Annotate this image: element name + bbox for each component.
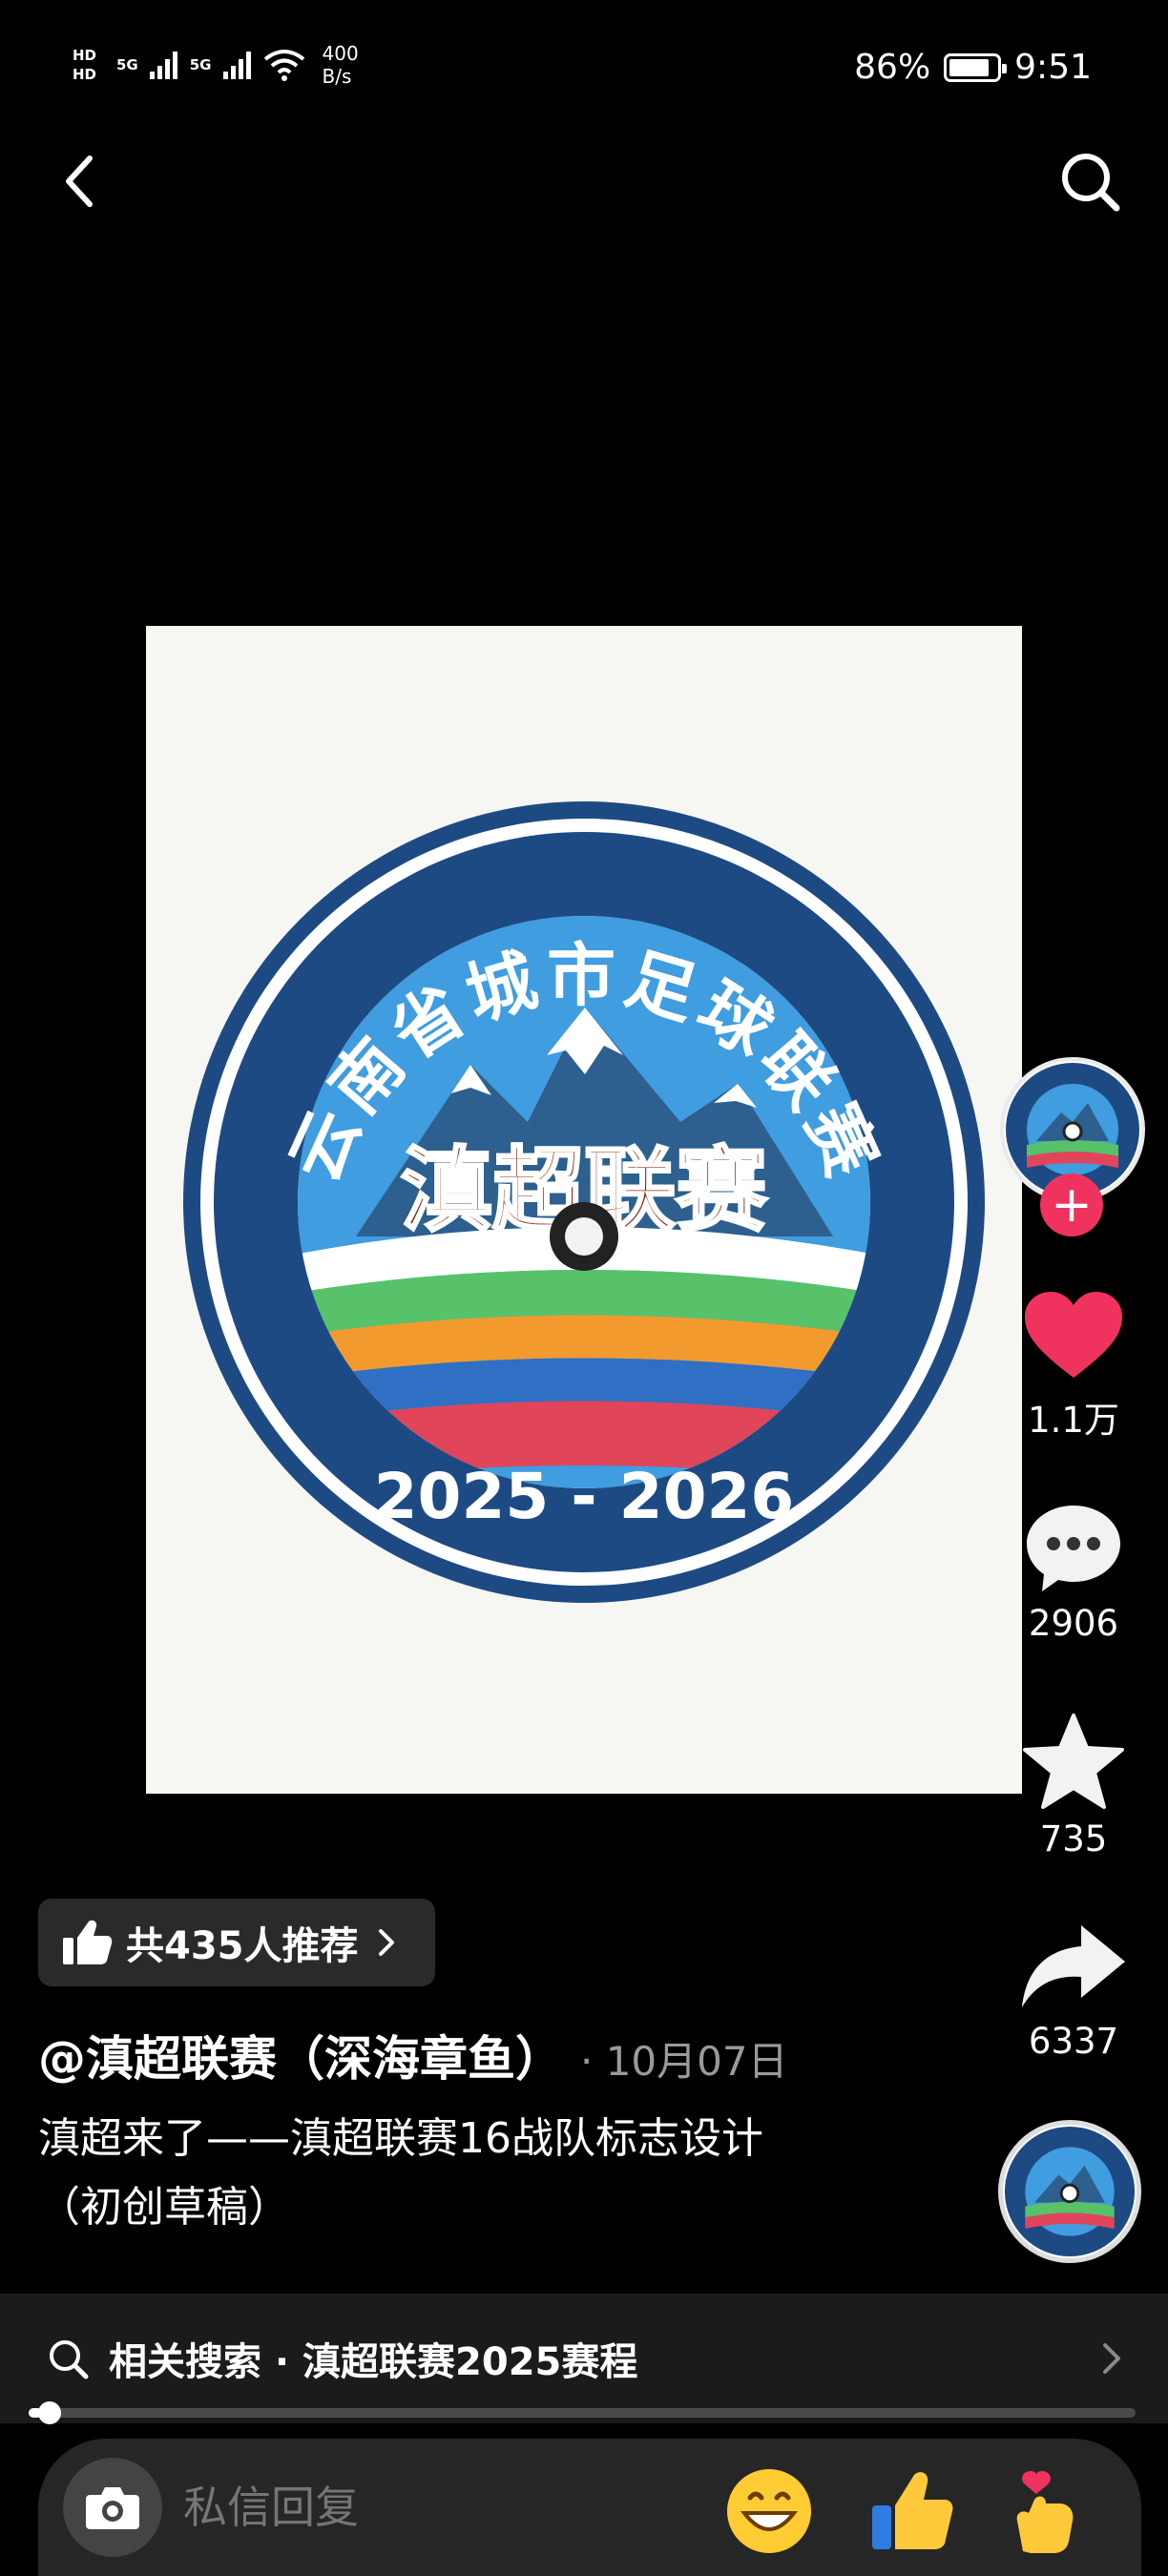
- grin-emoji-button[interactable]: [723, 2465, 815, 2557]
- comment-icon: [1027, 1506, 1120, 1591]
- heart-hand-emoji-icon: [1016, 2471, 1074, 2553]
- network-label-2: 5G: [189, 56, 212, 73]
- dm-reply-input[interactable]: [183, 2482, 718, 2533]
- follow-button[interactable]: +: [1040, 1174, 1103, 1236]
- hd-label-2: HD: [73, 66, 97, 83]
- net-speed-unit: B/s: [322, 65, 352, 88]
- favorite-count: 735: [1039, 1818, 1108, 1859]
- camera-button[interactable]: [63, 2458, 162, 2557]
- camera-icon: [86, 2487, 139, 2529]
- share-count: 6337: [1028, 2021, 1119, 2062]
- related-search-bar[interactable]: 相关搜索 · 滇超联赛2025赛程: [0, 2294, 1168, 2423]
- clock: 9:51: [1014, 48, 1092, 87]
- chevron-right-icon: [1103, 2343, 1120, 2374]
- search-icon: [1062, 154, 1120, 212]
- heart-hand-emoji-button[interactable]: [1002, 2465, 1094, 2557]
- chevron-right-icon: [378, 1929, 394, 1956]
- message-bar: [38, 2439, 1141, 2576]
- thumbs-up-emoji-icon: [872, 2472, 953, 2549]
- thumbs-up-icon: [63, 1920, 113, 1964]
- favorite-button[interactable]: 735: [1012, 1712, 1136, 1859]
- back-button[interactable]: [42, 143, 118, 219]
- comment-button[interactable]: 2906: [1012, 1500, 1136, 1644]
- video-progress-bar[interactable]: [29, 2401, 1136, 2424]
- like-button[interactable]: 1.1万: [1012, 1288, 1136, 1443]
- progress-handle[interactable]: [37, 2401, 61, 2424]
- music-disc[interactable]: [998, 2120, 1141, 2263]
- share-arrow-icon: [1022, 1925, 1125, 2007]
- description-line-1: 滇超来了——滇超联赛16战队标志设计: [38, 2114, 763, 2163]
- comment-count: 2906: [1028, 1603, 1119, 1644]
- video-player[interactable]: 滇超联赛 云南省城市足球联赛 2025 - 2026: [146, 626, 1022, 1794]
- share-button[interactable]: 6337: [1012, 1918, 1136, 2062]
- search-button[interactable]: [1052, 143, 1128, 219]
- battery-percent: 86%: [854, 48, 931, 87]
- recommend-pill[interactable]: 共435人推荐: [38, 1899, 435, 1986]
- league-badge-image: 滇超联赛 云南省城市足球联赛 2025 - 2026: [146, 626, 1022, 1794]
- like-count: 1.1万: [1028, 1400, 1119, 1441]
- battery-level: [949, 58, 990, 76]
- grin-emoji-icon: [727, 2469, 811, 2553]
- status-bar: HD HD 5G 5G 400 B/s 86% 9:51: [0, 0, 1168, 134]
- search-icon: [50, 2340, 89, 2379]
- heart-icon: [1025, 1292, 1122, 1378]
- thumbs-up-emoji-button[interactable]: [865, 2465, 956, 2557]
- badge-years: 2025 - 2026: [374, 1460, 795, 1533]
- signal-icon: [222, 52, 251, 79]
- chevron-left-icon: [66, 156, 93, 207]
- post-date: · 10月07日: [580, 2038, 788, 2085]
- star-icon: [1023, 1714, 1124, 1809]
- related-search-label: 相关搜索 · 滇超联赛2025赛程: [109, 2340, 638, 2384]
- badge-thumbnail: [1004, 2126, 1136, 2257]
- author-avatar-button[interactable]: +: [1000, 1057, 1145, 1236]
- recommend-label: 共435人推荐: [126, 1924, 359, 1968]
- author-name[interactable]: @滇超联赛（深海章鱼）: [38, 2021, 563, 2089]
- wifi-icon: [263, 50, 304, 81]
- battery-icon: [944, 52, 1008, 82]
- description-line-2: （初创草稿）: [38, 2183, 290, 2232]
- network-label-1: 5G: [116, 56, 138, 73]
- hd-label-1: HD: [73, 47, 97, 64]
- net-speed-value: 400: [322, 42, 359, 65]
- post-description: 滇超来了——滇超联赛16战队标志设计 （初创草稿）: [38, 2105, 954, 2242]
- signal-icon: [149, 52, 177, 79]
